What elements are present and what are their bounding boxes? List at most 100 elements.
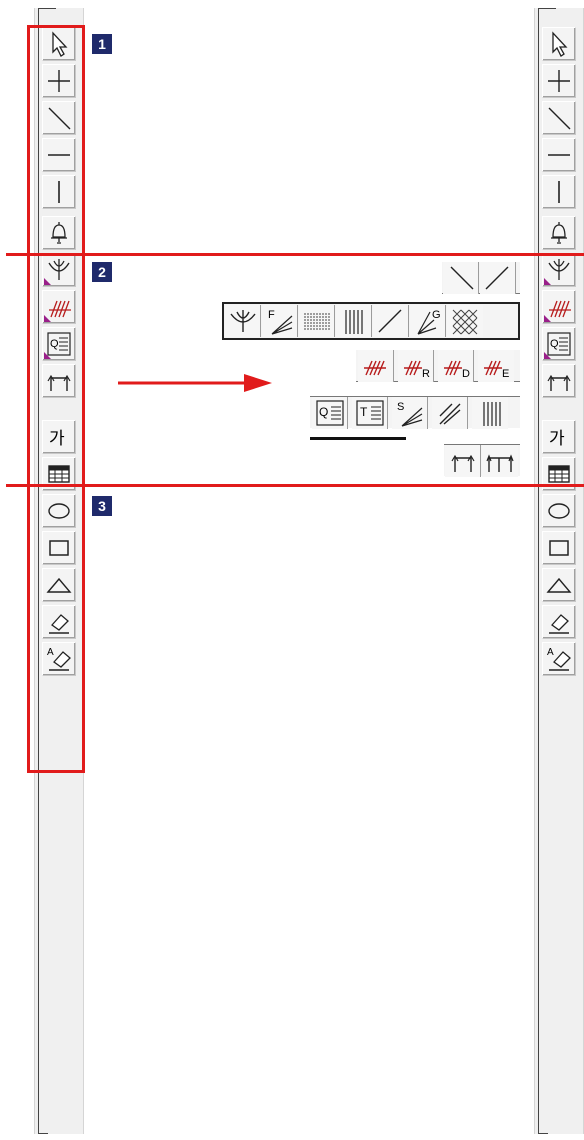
section-badge-2: 2 bbox=[92, 262, 112, 282]
right-tool-text-button[interactable]: 가 bbox=[542, 420, 576, 454]
palette-quadrant: Q T S bbox=[310, 396, 520, 429]
left-tool-gann-button[interactable] bbox=[42, 290, 76, 324]
horizontal-line-icon bbox=[548, 154, 570, 156]
left-tool-quadrant-button[interactable]: Q bbox=[42, 327, 76, 361]
right-tool-select-button[interactable] bbox=[542, 27, 576, 61]
svg-text:Q: Q bbox=[50, 338, 59, 350]
left-tool-eraser-button[interactable] bbox=[42, 605, 76, 639]
speed-lines-icon[interactable] bbox=[432, 397, 468, 429]
diagonal-line-icon bbox=[548, 107, 571, 130]
gann-d-icon[interactable]: D bbox=[438, 350, 474, 382]
gann-d-label: D bbox=[462, 368, 470, 380]
right-tool-fibonacci-button[interactable] bbox=[542, 253, 576, 287]
submenu-marker-icon bbox=[44, 278, 51, 285]
bell-icon bbox=[51, 222, 67, 244]
bell-icon bbox=[551, 222, 567, 244]
submenu-marker-icon bbox=[544, 352, 551, 359]
annotation-right-border bbox=[82, 25, 85, 773]
crosshair-icon bbox=[548, 70, 570, 92]
svg-text:T: T bbox=[360, 405, 368, 419]
horizontal-lines-icon[interactable] bbox=[299, 305, 335, 337]
left-tool-diagonal-line-button[interactable] bbox=[42, 101, 76, 135]
left-tool-eraser-all-button[interactable]: A bbox=[42, 642, 76, 676]
right-tool-cycle-button[interactable] bbox=[542, 364, 576, 398]
cycle-double-icon[interactable] bbox=[482, 445, 518, 477]
cycle-arrows-icon bbox=[47, 374, 71, 391]
right-tool-ellipse-button[interactable] bbox=[542, 494, 576, 528]
right-tool-diagonal-line-button[interactable] bbox=[542, 101, 576, 135]
line-up-icon[interactable] bbox=[480, 262, 516, 294]
expand-arrow-icon bbox=[118, 374, 272, 392]
left-tool-text-button[interactable]: 가 bbox=[42, 420, 76, 454]
right-tool-eraser-all-button[interactable]: A bbox=[542, 642, 576, 676]
submenu-marker-icon bbox=[44, 352, 51, 359]
palette-fibonacci: F G bbox=[222, 302, 520, 340]
korean-text-label: 가 bbox=[49, 429, 65, 449]
vertical-line-icon bbox=[558, 181, 560, 203]
ellipse-icon bbox=[48, 503, 70, 519]
speed-fan-label: S bbox=[397, 401, 404, 413]
submenu-marker-icon bbox=[544, 278, 551, 285]
triangle-icon bbox=[546, 577, 572, 593]
eraser-icon bbox=[49, 614, 69, 634]
eraser-icon bbox=[549, 614, 569, 634]
speed-fan-icon[interactable]: S bbox=[392, 397, 428, 429]
select-arrow-icon bbox=[552, 31, 568, 57]
gann-icon[interactable] bbox=[358, 350, 394, 382]
fan-f-icon[interactable]: F bbox=[262, 305, 298, 337]
left-tool-vertical-line-button[interactable] bbox=[42, 175, 76, 209]
quadrant-q-icon[interactable]: Q bbox=[312, 397, 348, 429]
gann-e-label: E bbox=[502, 368, 509, 380]
left-tool-cycle-button[interactable] bbox=[42, 364, 76, 398]
left-tool-rectangle-button[interactable] bbox=[42, 531, 76, 565]
gann-r-icon[interactable]: R bbox=[398, 350, 434, 382]
diagonal-line-icon bbox=[48, 107, 71, 130]
crosshatch-icon[interactable] bbox=[447, 305, 483, 337]
left-tool-triangle-button[interactable] bbox=[42, 568, 76, 602]
left-tool-select-button[interactable] bbox=[42, 27, 76, 61]
right-tool-alarm-button[interactable] bbox=[542, 216, 576, 250]
vertical-line-icon bbox=[58, 181, 60, 203]
right-tool-quadrant-button[interactable]: Q bbox=[542, 327, 576, 361]
pitchfork-icon[interactable] bbox=[225, 305, 261, 337]
korean-text-icon: 가 bbox=[549, 429, 565, 449]
fan-g-icon[interactable]: G bbox=[410, 305, 446, 337]
vertical-ticks-icon[interactable] bbox=[472, 397, 508, 429]
submenu-marker-icon bbox=[44, 315, 51, 322]
line-down-icon[interactable] bbox=[443, 262, 479, 294]
fan-f-label: F bbox=[268, 309, 275, 321]
right-tool-rectangle-button[interactable] bbox=[542, 531, 576, 565]
palette-gann: R D E bbox=[356, 350, 520, 382]
left-tool-horizontal-line-button[interactable] bbox=[42, 138, 76, 172]
left-tool-fibonacci-button[interactable] bbox=[42, 253, 76, 287]
korean-text-icon: 가 bbox=[49, 429, 65, 449]
annotation-divider-2 bbox=[6, 484, 584, 487]
annotation-bottom-border bbox=[27, 770, 85, 773]
right-tool-vertical-line-button[interactable] bbox=[542, 175, 576, 209]
ellipse-icon bbox=[548, 503, 570, 519]
palette-lines bbox=[442, 262, 520, 294]
left-tool-ellipse-button[interactable] bbox=[42, 494, 76, 528]
section-badge-1: 1 bbox=[92, 34, 112, 54]
fan-g-label: G bbox=[432, 309, 441, 321]
crosshair-icon bbox=[48, 70, 70, 92]
cycle-single-icon[interactable] bbox=[445, 445, 481, 477]
right-tool-eraser-button[interactable] bbox=[542, 605, 576, 639]
palette-cycle bbox=[444, 444, 520, 477]
rectangle-icon bbox=[549, 540, 569, 556]
right-tool-triangle-button[interactable] bbox=[542, 568, 576, 602]
left-tool-cross-button[interactable] bbox=[42, 64, 76, 98]
submenu-marker-icon bbox=[544, 315, 551, 322]
trend-line-icon[interactable] bbox=[373, 305, 409, 337]
vertical-lines-icon[interactable] bbox=[336, 305, 372, 337]
left-tool-alarm-button[interactable] bbox=[42, 216, 76, 250]
tirone-icon[interactable]: T bbox=[352, 397, 388, 429]
gann-e-icon[interactable]: E bbox=[478, 350, 514, 382]
horizontal-line-icon bbox=[48, 154, 70, 156]
right-tool-cross-button[interactable] bbox=[542, 64, 576, 98]
triangle-icon bbox=[46, 577, 72, 593]
rectangle-icon bbox=[49, 540, 69, 556]
svg-text:Q: Q bbox=[319, 405, 328, 419]
right-tool-gann-button[interactable] bbox=[542, 290, 576, 324]
right-tool-horizontal-line-button[interactable] bbox=[542, 138, 576, 172]
